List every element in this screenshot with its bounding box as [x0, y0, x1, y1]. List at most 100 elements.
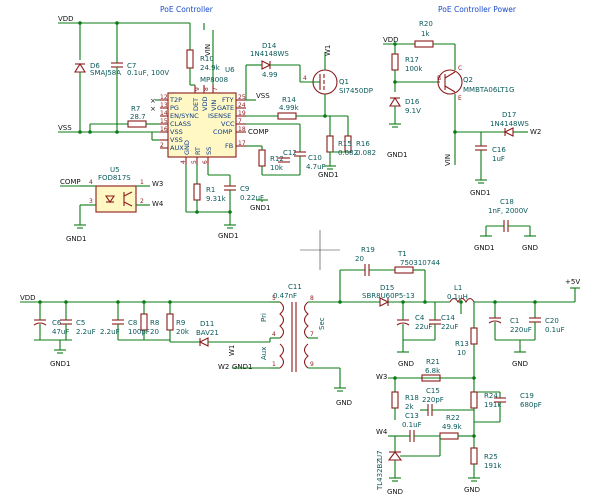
q2-pin-c: C	[458, 65, 462, 72]
net-w2-bottom: W2	[218, 363, 229, 371]
c20-value: 0.1uF	[545, 326, 565, 334]
q1-value: SI7450DP	[339, 87, 373, 95]
c15-ref: C15	[426, 387, 440, 395]
t1-pin-7: 7	[310, 331, 314, 338]
c20-ref: C20	[545, 317, 559, 325]
r20-ref: R20	[419, 20, 433, 28]
u6-pinnum-5: 5	[191, 160, 198, 164]
t1-pri-label: Pri	[260, 313, 268, 322]
c14-capacitor: C14 22uF	[429, 302, 458, 340]
u6-pinnum-25: 25	[238, 94, 246, 101]
u6-pin-vss-2: VSS	[170, 136, 183, 144]
q2-value: MMBTA06LT1G	[463, 86, 514, 94]
c6-capacitor: C6 47uF	[33, 302, 69, 340]
net-gnd-c4: GND	[398, 360, 414, 368]
r25-resistor: R25 191k	[470, 447, 502, 478]
u6-pin-t2p: T2P	[169, 96, 182, 104]
net-gnd1-c18: GND1	[474, 244, 495, 252]
net-comp-u6: COMP	[248, 128, 269, 136]
r15-r16-sense: R15 0.082 R16 0.082	[326, 116, 376, 166]
c13-value: 0.1uF	[402, 421, 422, 429]
r25-value: 191k	[484, 462, 502, 470]
r17-resistor: R17 100k	[391, 44, 423, 92]
c19-value: 680pF	[520, 401, 542, 409]
d14-value: 1N4148WS	[250, 50, 289, 58]
r7-ref: R7	[131, 105, 140, 113]
net-vin-power: VIN	[444, 154, 452, 166]
r21-value: 6.8k	[425, 367, 441, 375]
q1-mosfet: Q1 SI7450DP W1 4	[300, 45, 373, 115]
r8-ref: R8	[150, 319, 159, 327]
u6-pin-en-sync: EN/SYNC	[170, 112, 199, 120]
c10-ref: C10	[308, 154, 322, 162]
u5-pin-4: 4	[89, 179, 93, 186]
net-gnd1-c16: GND1	[470, 189, 491, 197]
d15-value: SBR8U60P5-13	[362, 292, 415, 300]
net-vss-left: VSS	[58, 124, 72, 132]
t1-pin-4: 4	[272, 331, 276, 338]
u7-ref: U7	[376, 450, 384, 460]
u6-pin-fty: FTY	[222, 96, 234, 104]
t1-pin-9: 9	[310, 361, 314, 368]
c1-capacitor: C1 220uF	[488, 302, 532, 340]
u6-pin-fb: FB	[225, 142, 233, 150]
r14-ref: R14	[282, 96, 296, 104]
u6-pinnum-8: 8	[203, 87, 210, 91]
r-4-99: 4.99	[262, 71, 278, 79]
u6-pin-gate: GATE	[217, 104, 234, 112]
c18-ref: C18	[500, 198, 514, 206]
d16-value: 9.1V	[405, 107, 421, 115]
t1-pin-8: 8	[310, 295, 314, 302]
d16-ref: D16	[405, 98, 420, 106]
q1-pin-4: 4	[303, 75, 307, 82]
d17-ref: D17	[502, 111, 516, 119]
u5-pin-1: 1	[140, 179, 144, 186]
u6-pinnum-9: 9	[194, 87, 201, 91]
u6-pin-gnd: GND	[183, 140, 191, 155]
r25-ref: R25	[484, 453, 498, 461]
c7-value: 0.1uF, 100V	[127, 69, 169, 77]
c8-value-left: 2.2uF	[100, 328, 120, 336]
u6-pin-isense: ISENSE	[208, 112, 231, 120]
r18-ref: R18	[405, 394, 419, 402]
c12-ref: C12	[283, 149, 297, 157]
schematic-canvas: PoE Controller PoE Controller Power U6 M…	[20, 5, 580, 496]
r15-ref: R15	[338, 140, 352, 148]
r24-resistor: R24 191k	[470, 391, 502, 422]
net-gnd1-c6: GND1	[50, 360, 71, 368]
u6-pinnum-2: 2	[160, 142, 164, 149]
net-w1-bottom: W1	[228, 345, 236, 356]
u6-pinnum-13: 13	[160, 102, 168, 109]
r22-value: 49.9k	[442, 423, 463, 431]
net-w3-bottom: W3	[376, 373, 387, 381]
r1-ref: R1	[206, 186, 215, 194]
c13-ref: C13	[405, 412, 419, 420]
c18-capacitor: C18 1nF, 2000V	[480, 198, 536, 237]
u5-ref: U5	[110, 166, 120, 174]
u6-pinnum-4: 4	[180, 160, 187, 164]
u5-pin-2: 2	[140, 198, 144, 205]
c10-value: 4.7uF	[306, 163, 326, 171]
title-poe-controller-power: PoE Controller Power	[438, 5, 517, 14]
r20-value: 1k	[421, 30, 430, 38]
t1-value: 0.47nF	[273, 292, 297, 300]
q2-ref: Q2	[463, 76, 473, 84]
net-gnd1-u6: GND1	[218, 232, 239, 240]
d16-zener: D16 9.1V	[389, 96, 421, 124]
t1-transformer: C11 0.47nF Pri Sec Aux 5 4 1 8 7 9	[260, 283, 341, 388]
r20-resistor: R20 1k	[414, 20, 456, 70]
l1-value: 0.1uH	[447, 293, 468, 301]
u6-pinnum-16: 16	[160, 126, 168, 133]
l1-inductor: L1 0.1uH	[447, 284, 575, 304]
t1-pin-5: 5	[272, 295, 276, 302]
c19-ref: C19	[520, 392, 534, 400]
r8-value: 20	[150, 328, 159, 336]
r9-ref: R9	[176, 319, 185, 327]
u6-ref: U6	[225, 66, 235, 74]
net-w3-u5: W3	[152, 180, 163, 188]
d17-value: 1N4148WS	[490, 120, 529, 128]
r14-value: 4.99k	[279, 104, 300, 112]
r16-value: 0.082	[356, 149, 376, 157]
net-5v: +5V	[565, 278, 580, 286]
net-gnd-c1: GND	[512, 360, 528, 368]
